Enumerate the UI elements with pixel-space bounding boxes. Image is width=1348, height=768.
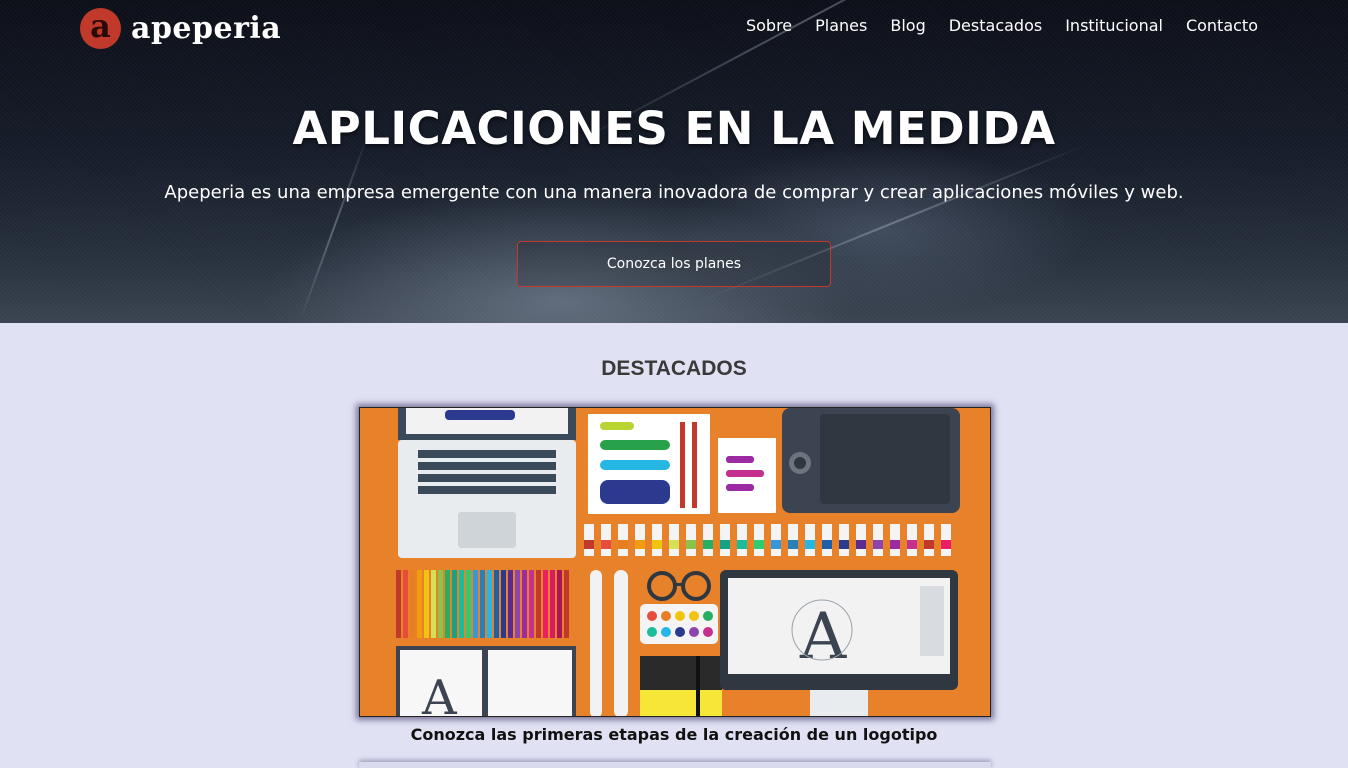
svg-text:A: A	[799, 600, 847, 674]
nav-item-destacados[interactable]: Destacados	[949, 16, 1042, 35]
featured-caption[interactable]: Conozca las primeras etapas de la creaci…	[0, 725, 1348, 744]
nav-item-blog[interactable]: Blog	[890, 16, 925, 35]
brand-logo[interactable]: a apeperia	[80, 8, 281, 49]
brand-name: apeperia	[131, 11, 282, 46]
logo-icon: a	[80, 8, 121, 49]
nav-item-contacto[interactable]: Contacto	[1186, 16, 1258, 35]
section-title: DESTACADOS	[601, 357, 747, 380]
hero-banner: a apeperia Sobre Planes Blog Destacados …	[0, 0, 1348, 323]
design-tools-illustration-icon: A A	[360, 408, 990, 717]
light-streak	[299, 132, 370, 322]
svg-text:A: A	[421, 670, 458, 717]
next-featured-card	[359, 762, 991, 768]
see-plans-button[interactable]: Conozca los planes	[517, 241, 831, 287]
nav-item-institucional[interactable]: Institucional	[1065, 16, 1163, 35]
hero-title: APLICACIONES EN LA MEDIDA	[292, 102, 1056, 155]
main-nav: Sobre Planes Blog Destacados Institucion…	[723, 16, 1258, 35]
nav-item-sobre[interactable]: Sobre	[746, 16, 792, 35]
hero-subtitle: Apeperia es una empresa emergente con un…	[164, 182, 1184, 203]
nav-item-planes[interactable]: Planes	[815, 16, 867, 35]
featured-image[interactable]: A A	[359, 407, 991, 717]
